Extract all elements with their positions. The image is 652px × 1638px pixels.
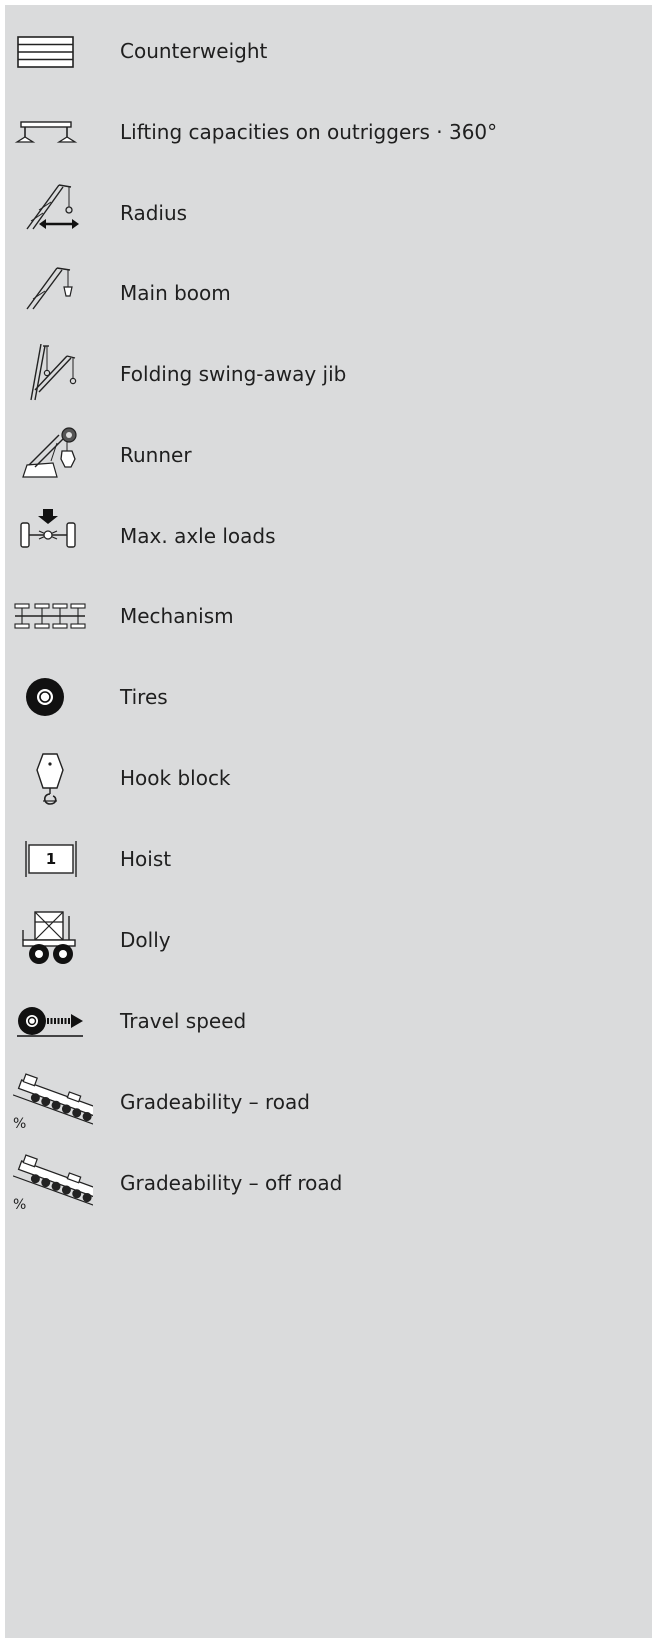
hoist-number-badge: 1 (45, 850, 57, 868)
legend-row-radius: Radius (5, 183, 652, 243)
legend-row-hoist: 1 Hoist (5, 829, 652, 889)
legend-label: Runner (120, 443, 192, 467)
percent-unit: % (13, 1116, 27, 1132)
legend-row-tires: Tires (5, 667, 652, 727)
legend-label: Travel speed (120, 1009, 247, 1033)
legend-row-gradeability-offroad: % Gradeability – off road (5, 1153, 652, 1213)
legend-label: Counterweight (120, 39, 268, 63)
legend-label: Radius (120, 201, 188, 225)
legend-label: Tires (120, 685, 168, 709)
legend-row-mechanism: Mechanism (5, 586, 652, 646)
tire-icon (13, 667, 93, 727)
axle-load-icon (13, 506, 93, 566)
hoist-icon: 1 (13, 829, 93, 889)
legend-label: Gradeability – road (120, 1090, 310, 1114)
hook-block-icon (13, 748, 93, 808)
main-boom-icon (13, 263, 93, 323)
legend-row-runner: Runner (5, 425, 652, 485)
runner-icon (13, 425, 93, 485)
gradeability-offroad-icon: % (13, 1153, 93, 1213)
legend-row-gradeability-road: % Gradeability – road (5, 1072, 652, 1132)
legend-row-outriggers: Lifting capacities on outriggers · 360° (5, 102, 652, 162)
legend-label: Gradeability – off road (120, 1171, 343, 1195)
legend-label: Mechanism (120, 604, 234, 628)
legend-label: Hook block (120, 766, 231, 790)
mechanism-icon (13, 586, 93, 646)
legend-row-dolly: Dolly (5, 910, 652, 970)
dolly-icon (13, 910, 93, 970)
percent-unit: % (13, 1197, 27, 1213)
legend-row-main-boom: Main boom (5, 263, 652, 323)
legend-label: Max. axle loads (120, 524, 276, 548)
legend-row-counterweight: Counterweight (5, 21, 652, 81)
radius-icon (13, 183, 93, 243)
legend-row-travel-speed: Travel speed (5, 991, 652, 1051)
counterweight-icon (13, 21, 93, 81)
travel-speed-icon (13, 991, 93, 1051)
gradeability-road-icon: % (13, 1072, 93, 1132)
legend-label: Hoist (120, 847, 172, 871)
folding-jib-icon (13, 344, 93, 404)
legend-row-hook-block: Hook block (5, 748, 652, 808)
legend-row-axle-loads: Max. axle loads (5, 506, 652, 566)
legend-label: Folding swing-away jib (120, 362, 347, 386)
legend-row-folding-jib: Folding swing-away jib (5, 344, 652, 404)
symbol-legend-panel: Counterweight Lifting capacities on outr… (5, 5, 652, 1638)
legend-label: Lifting capacities on outriggers · 360° (120, 120, 498, 144)
outriggers-icon (13, 102, 93, 162)
legend-label: Dolly (120, 928, 171, 952)
legend-label: Main boom (120, 281, 231, 305)
